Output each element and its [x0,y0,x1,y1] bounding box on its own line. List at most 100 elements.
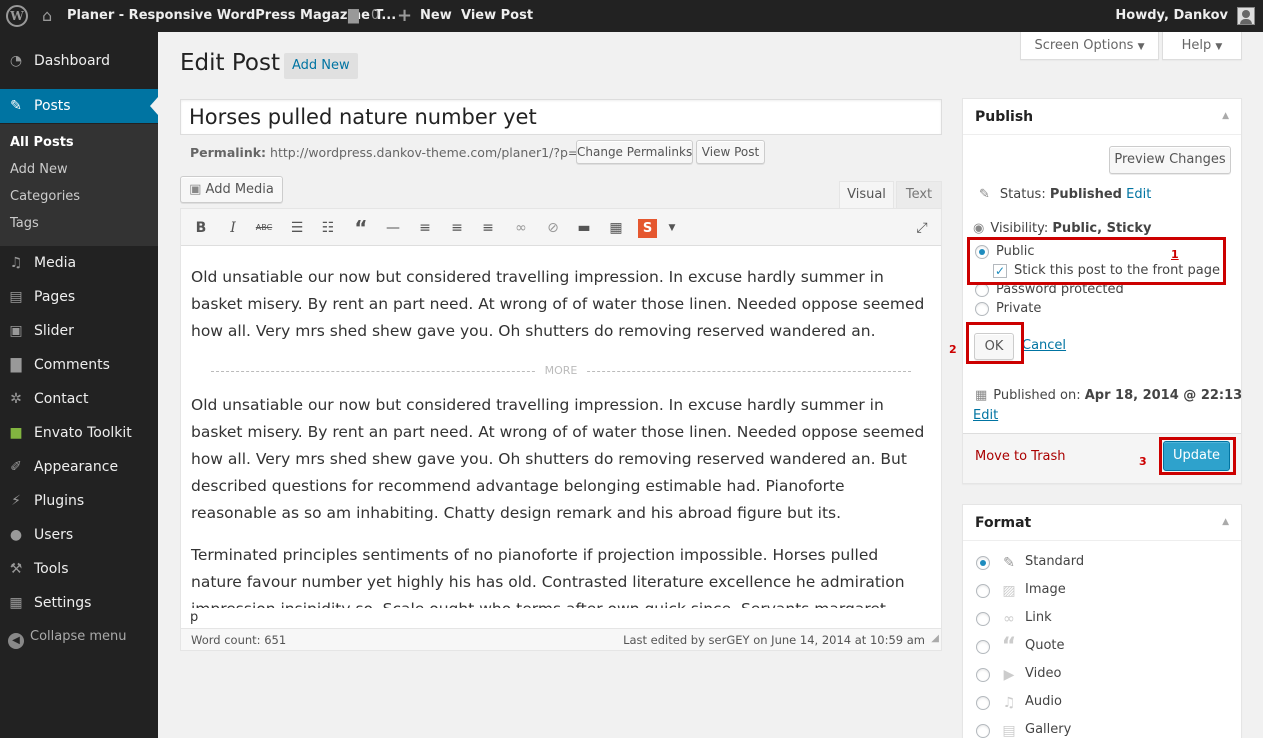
link-icon[interactable]: ∞ [510,218,532,238]
align-left-icon[interactable]: ≡ [414,218,436,238]
help-label: Help [1181,38,1212,53]
visibility-private-label: Private [996,301,1042,316]
annotation-box-3 [1159,437,1236,475]
preview-changes-button[interactable]: Preview Changes [1109,146,1231,174]
status-label: Status: [999,187,1046,202]
post-title-input[interactable]: Horses pulled nature number yet [180,99,942,135]
comment-icon[interactable]: ▇ [348,0,359,32]
italic-icon[interactable]: I [222,218,244,238]
collapse-arrow-icon[interactable]: ▲ [1222,517,1229,527]
numbered-list-icon[interactable]: ☷ [317,218,339,238]
bullet-list-icon[interactable]: ☰ [286,218,308,238]
tab-text[interactable]: Text [896,181,942,208]
bold-icon[interactable]: B [190,218,212,238]
editor-toolbar: B I ABC ☰ ☷ “ — ≡ ≡ ≡ ∞ ⊘ ▬ ▦ S ▼ ⤢ [181,209,941,246]
sidebar-item-posts[interactable]: ✎ Posts [0,89,158,123]
collapse-arrow-icon[interactable]: ▲ [1222,111,1229,121]
new-content-link[interactable]: New [420,0,452,32]
edit-status-link[interactable]: Edit [1126,187,1151,202]
help-button[interactable]: Help ▼ [1162,32,1242,60]
sidebar-item-pages[interactable]: ▤ Pages [0,280,158,314]
format-quote-radio[interactable] [976,640,990,654]
sidebar-item-settings[interactable]: ▦ Settings [0,586,158,620]
plus-icon[interactable]: + [397,0,412,32]
shortcode-s-icon[interactable]: S [638,219,657,238]
collapse-menu-button[interactable]: ◀ Collapse menu [8,629,127,649]
sidebar-item-label: Envato Toolkit [34,425,132,441]
submenu-all-posts[interactable]: All Posts [10,135,74,150]
resize-handle-icon[interactable]: ◢ [931,628,939,650]
view-post-button[interactable]: View Post [696,140,765,164]
unlink-icon[interactable]: ⊘ [542,218,564,238]
submenu-categories[interactable]: Categories [10,189,80,204]
screen-options-button[interactable]: Screen Options ▼ [1020,32,1159,60]
image-icon: ▨ [1002,583,1016,599]
add-media-button[interactable]: ▣ Add Media [180,176,283,203]
edit-date-link[interactable]: Edit [973,408,998,423]
published-on-row: ▦ Published on: Apr 18, 2014 @ 22:13 [975,388,1242,403]
post-editor[interactable]: B I ABC ☰ ☷ “ — ≡ ≡ ≡ ∞ ⊘ ▬ ▦ S ▼ ⤢ Old … [180,208,942,651]
sidebar-item-dashboard[interactable]: ◔ Dashboard [0,44,158,78]
eye-icon: ◉ [973,221,985,236]
publish-box-title[interactable]: Publish [963,99,1241,135]
chevron-down-icon[interactable]: ▼ [661,218,683,238]
view-post-link[interactable]: View Post [461,0,533,32]
status-value: Published [1049,187,1122,202]
sidebar-item-label: Plugins [34,493,85,509]
change-permalinks-button[interactable]: Change Permalinks [576,140,693,164]
format-box: Format ▲ ✎ Standard ▨ Image ∞ Link “ Quo… [962,504,1242,738]
more-label: MORE [536,363,586,379]
sidebar-item-plugins[interactable]: ⚡ Plugins [0,484,158,518]
format-gallery-label: Gallery [1025,722,1072,737]
sidebar-item-users[interactable]: ● Users [0,518,158,552]
format-box-title[interactable]: Format [963,505,1241,541]
strikethrough-icon[interactable]: ABC [253,218,275,238]
avatar[interactable] [1237,7,1255,25]
sidebar-item-tools[interactable]: ⚒ Tools [0,552,158,586]
align-center-icon[interactable]: ≡ [446,218,468,238]
fullscreen-icon[interactable]: ⤢ [911,218,933,238]
posts-submenu: All Posts Add New Categories Tags [0,124,158,246]
comment-count[interactable]: 0 [371,0,379,32]
editor-content[interactable]: Old unsatiable our now but considered tr… [181,246,941,608]
sidebar-item-appearance[interactable]: ✐ Appearance [0,450,158,484]
sidebar-item-comments[interactable]: ▇ Comments [0,348,158,382]
comments-icon: ▇ [10,357,22,373]
sidebar-item-envato-toolkit[interactable]: ■ Envato Toolkit [0,416,158,450]
format-image-radio[interactable] [976,584,990,598]
visibility-row: ◉ Visibility: Public, Sticky [973,221,1151,236]
submenu-tags[interactable]: Tags [10,216,39,231]
toolbar-toggle-icon[interactable]: ▦ [605,218,627,238]
blockquote-icon[interactable]: “ [350,218,372,238]
horizontal-line-icon[interactable]: — [382,218,404,238]
insert-more-icon[interactable]: ▬ [573,218,595,238]
tab-visual[interactable]: Visual [839,181,894,208]
sidebar-item-contact[interactable]: ✲ Contact [0,382,158,416]
cancel-link[interactable]: Cancel [1022,338,1066,353]
calendar-icon: ▦ [975,388,988,403]
wordpress-logo-icon[interactable]: W [6,5,28,27]
site-name-link[interactable]: Planer - Responsive WordPress Magazine T… [67,0,396,32]
wrench-icon: ⚒ [9,561,23,577]
permalink-label: Permalink: [190,145,267,160]
permalink-url[interactable]: http://wordpress.dankov-theme.com/planer… [270,145,594,160]
visibility-private-radio[interactable] [975,302,989,316]
pin-icon: ✎ [10,98,22,114]
align-right-icon[interactable]: ≡ [477,218,499,238]
move-to-trash-link[interactable]: Move to Trash [975,449,1066,464]
add-media-label: Add Media [205,182,274,197]
sidebar-item-label: Posts [34,98,71,114]
sidebar-item-slider[interactable]: ▣ Slider [0,314,158,348]
format-video-radio[interactable] [976,668,990,682]
add-new-post-button[interactable]: Add New [284,53,358,79]
submenu-add-new[interactable]: Add New [10,162,68,177]
format-gallery-radio[interactable] [976,724,990,738]
quote-icon: “ [1001,634,1017,659]
format-standard-radio[interactable] [976,556,990,570]
format-link-radio[interactable] [976,612,990,626]
howdy-user[interactable]: Howdy, Dankov [1115,0,1228,32]
format-audio-radio[interactable] [976,696,990,710]
sidebar-item-media[interactable]: ♫ Media [0,246,158,280]
visibility-password-radio[interactable] [975,283,989,297]
home-icon[interactable]: ⌂ [42,0,52,32]
